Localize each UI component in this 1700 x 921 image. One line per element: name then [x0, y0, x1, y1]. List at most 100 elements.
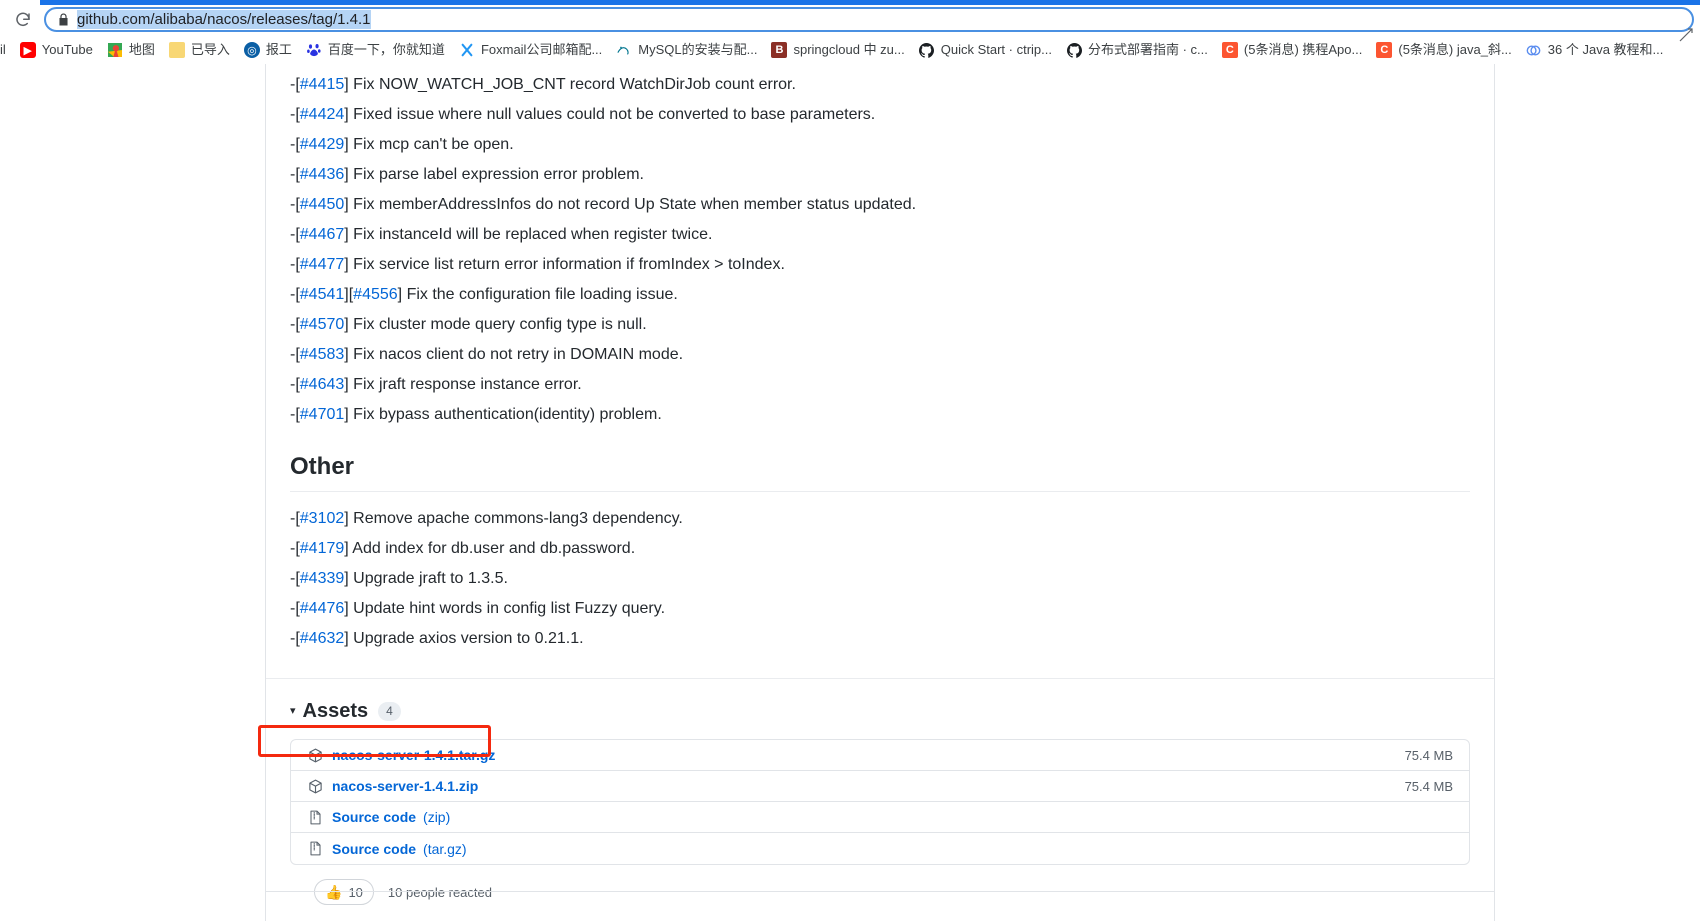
reload-icon[interactable] [6, 7, 40, 33]
issue-link[interactable]: #4643 [300, 376, 345, 393]
changelog-item: -[#4701] Fix bypass authentication(ident… [290, 406, 662, 423]
bugfix-list: -[#4415] Fix NOW_WATCH_JOB_CNT record Wa… [290, 74, 1470, 426]
asset-format: (zip) [423, 809, 451, 825]
url-text[interactable]: github.com/alibaba/nacos/releases/tag/1.… [77, 10, 371, 29]
release-notes-body: -[#4415] Fix NOW_WATCH_JOB_CNT record Wa… [266, 64, 1494, 921]
asset-size: 75.4 MB [1404, 747, 1453, 763]
java-icon [1525, 42, 1542, 58]
bookmark-csdn-apollo[interactable]: C (5条消息) 携程Apo... [1215, 38, 1369, 62]
bookmark-label: YouTube [41, 42, 93, 57]
issue-link[interactable]: #3102 [300, 510, 345, 527]
issue-link[interactable]: #4436 [300, 166, 345, 183]
issue-link[interactable]: #4415 [300, 76, 345, 93]
bookmark-springcloud[interactable]: B springcloud 中 zu... [764, 38, 911, 62]
changelog-text: Fix NOW_WATCH_JOB_CNT record WatchDirJob… [353, 76, 796, 93]
asset-link[interactable]: Source code [332, 841, 416, 857]
changelog-text: Fix cluster mode query config type is nu… [353, 316, 647, 333]
issue-link[interactable]: #4339 [300, 570, 345, 587]
package-icon [307, 747, 323, 764]
address-bar[interactable]: github.com/alibaba/nacos/releases/tag/1.… [44, 7, 1694, 32]
github-icon [1066, 42, 1082, 58]
bookmark-label: springcloud 中 zu... [793, 42, 905, 57]
globe-icon: ◎ [243, 42, 260, 58]
changelog-text: Fix instanceId will be replaced when reg… [353, 226, 713, 243]
issue-link[interactable]: #4632 [300, 630, 345, 647]
changelog-text: Fix memberAddressInfos do not record Up … [353, 196, 917, 213]
page-content: -[#4415] Fix NOW_WATCH_JOB_CNT record Wa… [0, 64, 1700, 921]
other-list: -[#3102] Remove apache commons-lang3 dep… [290, 508, 1470, 650]
reactions-row: 👍 10 10 people reacted [290, 865, 1470, 905]
issue-link[interactable]: #4556 [353, 286, 398, 303]
issue-link[interactable]: #4467 [300, 226, 345, 243]
bookmark-baidu[interactable]: 百度一下，你就知道 [299, 38, 452, 62]
bookmark-imported-folder[interactable]: 已导入 [162, 38, 237, 62]
changelog-text: Fix mcp can't be open. [353, 136, 514, 153]
youtube-icon: ▶ [19, 42, 36, 58]
asset-format: (tar.gz) [423, 840, 467, 857]
bookmark-label: (5条消息) java_斜... [1398, 42, 1512, 57]
file-zip-icon [307, 809, 323, 826]
assets-header[interactable]: ▾ Assets 4 [290, 699, 1470, 723]
issue-link[interactable]: #4701 [300, 406, 345, 423]
asset-row-source-code-targz[interactable]: Source code (tar.gz) [291, 833, 1469, 864]
issue-link[interactable]: #4541 [300, 286, 345, 303]
bookmark-maps[interactable]: 地图 [100, 38, 162, 62]
bookmark-label: Quick Start · ctrip... [940, 42, 1052, 57]
csdn-icon: C [1376, 42, 1393, 58]
issue-link[interactable]: #4429 [300, 136, 345, 153]
changelog-item: -[#4429] Fix mcp can't be open. [290, 136, 514, 153]
bookmark-quickstart-ctrip[interactable]: Quick Start · ctrip... [912, 38, 1059, 62]
bookmark-distributed-deploy-guide[interactable]: 分布式部署指南 · c... [1059, 38, 1215, 62]
asset-row-source-code-zip[interactable]: Source code (zip) [291, 802, 1469, 833]
file-zip-icon [307, 840, 323, 857]
bookmark-label: 报工 [265, 42, 292, 57]
bookmark-foxmail[interactable]: Foxmail公司邮箱配... [452, 38, 609, 62]
folder-icon [168, 42, 185, 58]
bookmark-baogong[interactable]: ◎ 报工 [237, 38, 299, 62]
assets-section: ▾ Assets 4 nacos-server-1.4.1.tar.gz 75.… [266, 679, 1494, 921]
bookmark-mail[interactable]: il [0, 38, 13, 62]
reaction-summary: 10 people reacted [387, 884, 492, 900]
asset-row[interactable]: nacos-server-1.4.1.zip 75.4 MB [291, 771, 1469, 802]
asset-link[interactable]: Source code [332, 809, 416, 825]
issue-link[interactable]: #4570 [300, 316, 345, 333]
release-card: -[#4415] Fix NOW_WATCH_JOB_CNT record Wa… [265, 64, 1495, 921]
thumbs-up-icon: 👍 [325, 884, 343, 900]
bookmark-youtube[interactable]: ▶ YouTube [13, 38, 100, 62]
github-icon [918, 42, 935, 58]
thumbs-up-reaction-button[interactable]: 👍 10 [314, 879, 374, 905]
issue-link[interactable]: #4179 [300, 540, 345, 557]
issue-link[interactable]: #4424 [300, 106, 345, 123]
changelog-item: -[#4476] Update hint words in config lis… [290, 600, 666, 617]
foxmail-icon [458, 42, 475, 58]
bookmark-csdn-java[interactable]: C (5条消息) java_斜... [1369, 38, 1518, 62]
asset-link[interactable]: nacos-server-1.4.1.zip [332, 778, 478, 794]
changelog-text: Upgrade axios version to 0.21.1. [353, 630, 584, 647]
changelog-item: -[#4583] Fix nacos client do not retry i… [290, 346, 684, 363]
issue-link[interactable]: #4476 [300, 600, 345, 617]
changelog-text: Fix bypass authentication(identity) prob… [353, 406, 662, 423]
chevron-down-icon[interactable]: ▾ [290, 706, 296, 717]
assets-count-badge: 4 [378, 701, 401, 721]
bookmark-java-tutorials[interactable]: 36 个 Java 教程和... [1519, 38, 1671, 62]
google-maps-icon [106, 42, 123, 58]
issue-link[interactable]: #4450 [300, 196, 345, 213]
asset-link[interactable]: nacos-server-1.4.1.tar.gz [332, 747, 495, 763]
issue-link[interactable]: #4477 [300, 256, 345, 273]
bookmark-label: Foxmail公司邮箱配... [480, 42, 603, 57]
changelog-item: -[#4467] Fix instanceId will be replaced… [290, 226, 713, 243]
issue-link[interactable]: #4583 [300, 346, 345, 363]
bookmarks-bar: il ▶ YouTube 地图 已导入 ◎ 报工 百度一下，你就知道 Foxma… [0, 36, 1700, 64]
bookmark-label: MySQL的安装与配... [638, 42, 758, 57]
changelog-item: -[#4570] Fix cluster mode query config t… [290, 316, 647, 333]
bookmark-label: 百度一下，你就知道 [327, 42, 445, 57]
changelog-item: -[#4415] Fix NOW_WATCH_JOB_CNT record Wa… [290, 76, 796, 93]
bookmark-mysql[interactable]: MySQL的安装与配... [609, 38, 764, 62]
asset-row[interactable]: nacos-server-1.4.1.tar.gz 75.4 MB [291, 740, 1469, 771]
changelog-item: -[#4477] Fix service list return error i… [290, 256, 785, 273]
bookmark-label: 36 个 Java 教程和... [1547, 42, 1664, 57]
changelog-item: -[#4643] Fix jraft response instance err… [290, 376, 582, 393]
changelog-text: Fix nacos client do not retry in DOMAIN … [353, 346, 684, 363]
changelog-item: -[#3102] Remove apache commons-lang3 dep… [290, 510, 683, 527]
